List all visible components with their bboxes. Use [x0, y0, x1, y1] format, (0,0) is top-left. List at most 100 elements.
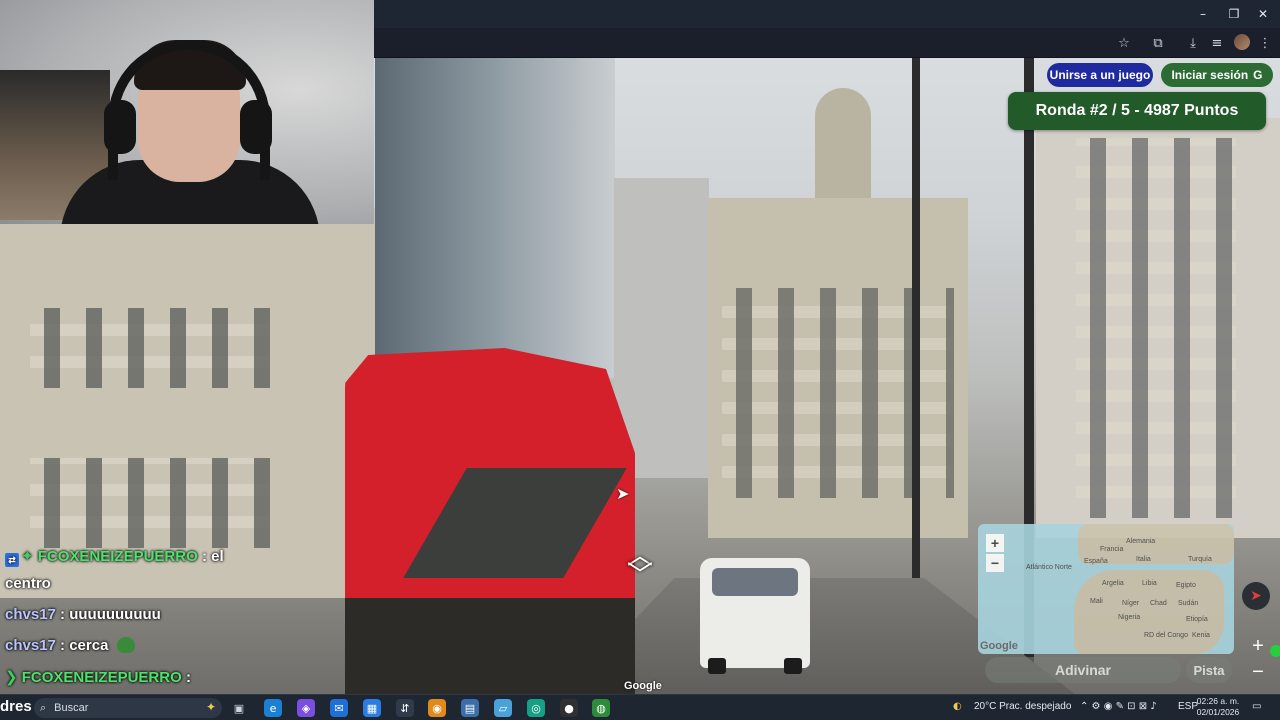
dome — [815, 88, 871, 198]
glass-tower — [375, 58, 615, 378]
minimize-button[interactable]: – — [1186, 0, 1220, 28]
photos-icon[interactable]: ▤ — [461, 699, 479, 717]
map-label: Etiopía — [1186, 616, 1208, 623]
browser-icon[interactable]: ◉ — [428, 699, 446, 717]
clock[interactable]: 02:26 a. m. 02/01/2026 — [1196, 696, 1240, 718]
webcam-overlay — [0, 0, 374, 224]
chat-message: chvs17 : uuuuuuuuuu — [5, 606, 161, 623]
zoom-in-icon[interactable]: + — [1248, 635, 1268, 657]
obs-icon[interactable]: ● — [560, 699, 578, 717]
reading-list-icon[interactable]: ≡ — [1208, 34, 1226, 52]
chrome-icon[interactable]: ◍ — [592, 699, 610, 717]
map-label: Atlántico Norte — [1026, 564, 1072, 571]
map-label: Nigeria — [1118, 614, 1141, 621]
chat-username: chvs17 — [5, 606, 56, 623]
map-label: Kenia — [1192, 632, 1210, 639]
more-menu-icon[interactable]: ⋮ — [1256, 34, 1274, 52]
status-indicator — [1270, 645, 1280, 657]
clock-date: 02/01/2026 — [1196, 707, 1240, 717]
map-label: Alemania — [1126, 538, 1156, 545]
join-game-label: Unirse a un juego — [1049, 68, 1151, 82]
right-building — [1036, 118, 1280, 538]
google-g-icon: G — [1253, 68, 1263, 82]
task-view-icon[interactable]: ▣ — [230, 699, 248, 717]
domed-building — [708, 198, 968, 538]
minimap-zoom-out-button[interactable]: − — [986, 554, 1004, 572]
headset-earcup-right — [240, 100, 272, 154]
mouse-cursor-icon: ➤ — [616, 484, 630, 503]
app-icon[interactable]: ◎ — [527, 699, 545, 717]
clock-time: 02:26 a. m. — [1196, 696, 1240, 706]
store-icon[interactable]: ▦ — [363, 699, 381, 717]
taskbar-search[interactable]: ⌕ Buscar ✦ — [34, 698, 222, 718]
guess-minimap[interactable]: Atlántico Norte Alemania Francia España … — [978, 524, 1234, 654]
minimap-google-logo: Google — [980, 640, 1018, 652]
chat-badge-icon: ⇄ — [5, 553, 19, 567]
chat-text: : uuuuuuuuuu — [60, 606, 161, 623]
download-icon[interactable]: ⤓ — [1184, 34, 1202, 52]
chat-username: chvs17 — [5, 637, 56, 654]
van-tire — [784, 658, 802, 674]
map-label: España — [1084, 558, 1108, 565]
map-label: Turquía — [1188, 556, 1212, 563]
map-label: Chad — [1150, 600, 1167, 607]
screen: – ❐ ✕ ☆ ⧉ ⤓ ≡ ⋮ ︿ ﹀ ➤ Google Unirse a un… — [0, 0, 1280, 720]
chat-sparkle-icon: ✦ — [21, 547, 34, 565]
chat-message: centro — [5, 575, 51, 592]
round-score-text: Ronda #2 / 5 - 4987 Puntos — [1035, 102, 1239, 119]
mail-icon[interactable]: ✉ — [330, 699, 348, 717]
bus-lower-deck — [345, 598, 635, 694]
headset-earcup-left — [104, 100, 136, 154]
close-button[interactable]: ✕ — [1246, 0, 1280, 28]
chat-sparkle-icon: ❯ — [5, 668, 18, 686]
edge-icon[interactable]: e — [264, 699, 282, 717]
white-van — [700, 558, 810, 674]
notes-icon[interactable]: ▱ — [494, 699, 512, 717]
chat-text: : el — [201, 548, 224, 565]
chat-text: centro — [5, 575, 51, 592]
guess-label: Adivinar — [1054, 662, 1111, 678]
chat-message: ❯ FCOXENEIZEPUERRO : — [5, 668, 191, 686]
profile-avatar[interactable] — [1234, 34, 1250, 50]
taskbar-overlay-text: dres — [0, 698, 32, 715]
chat-text: : — [185, 669, 191, 686]
frog-emote-icon — [116, 637, 135, 653]
van-window — [712, 568, 798, 596]
extensions-icon[interactable]: ⧉ — [1149, 34, 1167, 52]
google-watermark: Google — [624, 680, 662, 692]
map-label: Francia — [1100, 546, 1124, 553]
navigation-arrows[interactable]: ︿ ﹀ — [612, 543, 668, 589]
tray-icons[interactable]: ⌃ ⚙ ◉ ✎ ⊡ ⊠ ♪ — [1080, 701, 1157, 712]
map-label: Sudán — [1178, 600, 1199, 607]
round-score-badge: Ronda #2 / 5 - 4987 Puntos — [1008, 92, 1266, 130]
app-icon[interactable]: ⇵ — [396, 699, 414, 717]
map-label: Italia — [1136, 556, 1151, 563]
compass-icon[interactable]: ➤ — [1242, 582, 1270, 610]
lamp-post — [912, 58, 920, 668]
bus-window — [403, 468, 627, 578]
chat-username: FCOXENEIZEPUERRO — [37, 548, 198, 565]
hint-label: Pista — [1193, 662, 1225, 678]
weather-text[interactable]: 20°C Prac. despejado — [974, 701, 1071, 712]
search-icon: ⌕ — [40, 701, 47, 714]
weather-icon: ◐ — [953, 701, 962, 712]
bookmark-star-icon[interactable]: ☆ — [1115, 34, 1133, 52]
stream-chat: ⇄ ✦ FCOXENEIZEPUERRO : el centro chvs17 :… — [0, 515, 300, 695]
notification-icon[interactable]: ▭ — [1252, 701, 1261, 712]
hint-button[interactable]: Pista — [1186, 657, 1232, 683]
copilot-sparkle-icon: ✦ — [205, 700, 216, 714]
map-label: Mali — [1090, 598, 1103, 605]
chat-username: FCOXENEIZEPUERRO — [21, 669, 182, 686]
login-button[interactable]: Iniciar sesión G — [1161, 63, 1273, 87]
chat-text: : cerca — [60, 637, 109, 654]
office-building — [614, 178, 709, 478]
zoom-out-icon[interactable]: − — [1248, 661, 1268, 683]
map-label: Níger — [1122, 600, 1140, 607]
guess-button[interactable]: Adivinar — [985, 657, 1181, 683]
copilot-icon[interactable]: ◈ — [297, 699, 315, 717]
minimap-zoom-in-button[interactable]: + — [986, 534, 1004, 552]
map-label: Argelia — [1102, 580, 1124, 587]
join-game-button[interactable]: Unirse a un juego — [1047, 63, 1153, 87]
language-indicator[interactable]: ESP — [1178, 701, 1198, 712]
van-tire — [708, 658, 726, 674]
